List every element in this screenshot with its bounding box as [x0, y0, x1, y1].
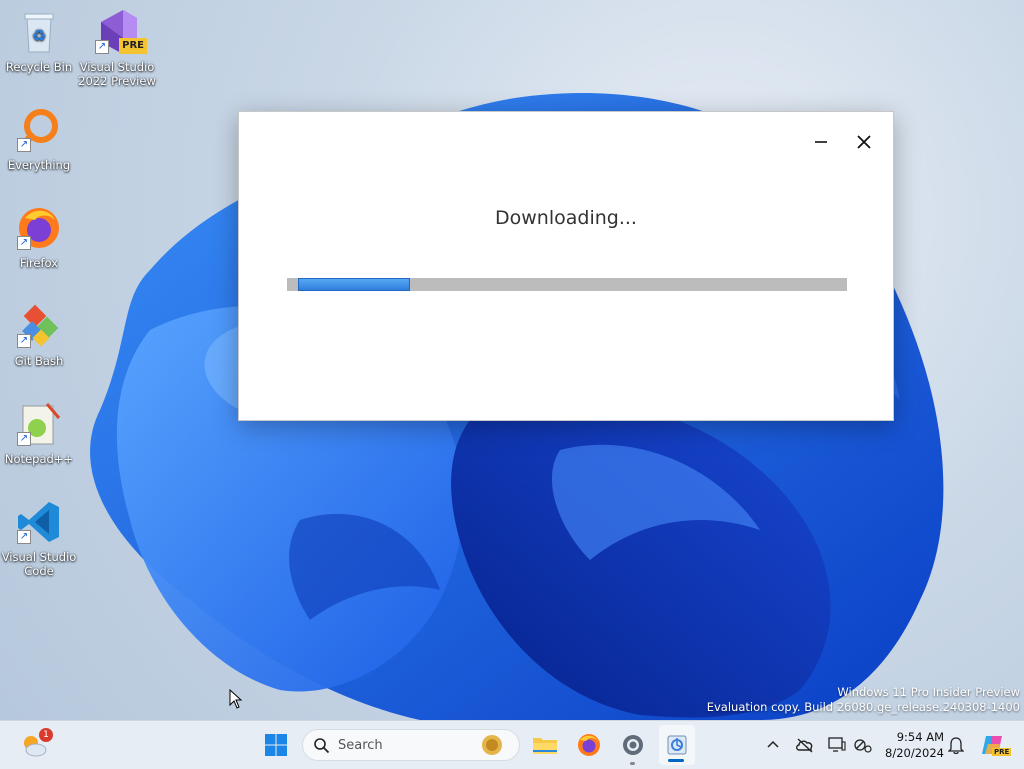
onedrive-offline-icon — [796, 738, 813, 753]
desktop-icon-firefox[interactable]: ↗ Firefox — [0, 204, 78, 270]
desktop-icon-notepad-plus-plus[interactable]: ↗ Notepad++ — [0, 400, 78, 466]
watermark-edition: Windows 11 Pro Insider Preview — [837, 685, 1020, 699]
shortcut-arrow-icon: ↗ — [17, 334, 31, 348]
start-icon — [265, 734, 287, 756]
desktop-icon-label: Firefox — [19, 256, 59, 270]
recycle-bin-icon: ♻ — [15, 8, 63, 56]
visual-studio-icon: PRE ↗ — [93, 8, 147, 56]
desktop-icon-recycle-bin[interactable]: ♻ Recycle Bin — [0, 8, 78, 74]
shortcut-arrow-icon: ↗ — [95, 40, 109, 54]
notepad-plus-plus-icon: ↗ — [15, 400, 63, 448]
desktop-icon-vscode[interactable]: ↗ Visual Studio Code — [0, 498, 78, 578]
copilot-button[interactable]: PRE — [976, 721, 1012, 769]
installer-icon — [667, 735, 687, 755]
taskbar-search-box[interactable]: Search — [302, 729, 520, 761]
shortcut-arrow-icon: ↗ — [17, 432, 31, 446]
taskbar: 1 Search 9:54 AM 8/20/2024 PRE — [0, 720, 1024, 769]
chevron-up-icon — [767, 740, 779, 748]
svg-text:♻: ♻ — [32, 26, 46, 45]
download-dialog: Downloading... — [238, 111, 894, 421]
weather-widget[interactable]: 1 — [14, 721, 54, 769]
minimize-button[interactable] — [807, 128, 835, 156]
shortcut-arrow-icon: ↗ — [17, 530, 31, 544]
desktop-icon-label: Notepad++ — [4, 452, 74, 466]
taskbar-file-explorer[interactable] — [527, 721, 563, 769]
copilot-preview-badge: PRE — [992, 748, 1012, 756]
close-button[interactable] — [850, 128, 878, 156]
taskbar-installer[interactable] — [659, 725, 695, 765]
firefox-icon: ↗ — [15, 204, 63, 252]
watermark-build: Evaluation copy. Build 26080.ge_release.… — [706, 700, 1020, 714]
desktop-icon-visual-studio[interactable]: PRE ↗ Visual Studio 2022 Preview — [78, 8, 156, 88]
desktop-icon-everything[interactable]: ↗ Everything — [0, 106, 78, 172]
desktop-icon-label: Visual Studio Code — [1, 550, 77, 578]
desktop-icon-label: Recycle Bin — [5, 60, 73, 74]
clock-time: 9:54 AM — [896, 730, 944, 744]
tray-overflow-button[interactable] — [762, 721, 784, 769]
tray-display[interactable] — [825, 721, 849, 769]
search-placeholder: Search — [338, 738, 383, 753]
desktop-icon-label: Visual Studio 2022 Preview — [78, 60, 156, 88]
taskbar-settings[interactable] — [615, 721, 651, 769]
download-progress-bar — [287, 278, 847, 291]
notification-button[interactable] — [945, 721, 967, 769]
clock-date: 8/20/2024 — [885, 746, 944, 760]
download-progress-fill — [298, 278, 410, 291]
git-bash-icon: ↗ — [15, 302, 63, 350]
weather-notification-badge: 1 — [39, 728, 53, 742]
display-icon — [828, 737, 846, 752]
search-highlight-icon — [482, 735, 502, 755]
tray-network[interactable] — [851, 721, 875, 769]
vscode-icon: ↗ — [15, 498, 63, 546]
network-icon — [854, 739, 872, 753]
taskbar-firefox[interactable] — [571, 721, 607, 769]
file-explorer-icon — [533, 738, 557, 754]
preview-badge: PRE — [119, 38, 147, 54]
everything-search-icon: ↗ — [15, 106, 63, 154]
shortcut-arrow-icon: ↗ — [17, 138, 31, 152]
desktop-icon-label: Git Bash — [14, 354, 64, 368]
shortcut-arrow-icon: ↗ — [17, 236, 31, 250]
taskbar-clock[interactable]: 9:54 AM 8/20/2024 — [880, 729, 944, 761]
close-icon — [857, 135, 871, 149]
desktop-icon-label: Everything — [7, 158, 71, 172]
running-indicator — [630, 762, 635, 765]
bell-icon — [948, 737, 964, 754]
minimize-icon — [815, 141, 827, 143]
active-window-indicator — [668, 759, 684, 762]
download-status-text: Downloading... — [495, 207, 637, 229]
settings-icon — [623, 735, 643, 755]
desktop-icon-git-bash[interactable]: ↗ Git Bash — [0, 302, 78, 368]
start-button[interactable] — [258, 721, 294, 769]
search-icon — [314, 738, 330, 754]
firefox-icon — [578, 734, 600, 756]
windows-watermark: Windows 11 Pro Insider Preview Evaluatio… — [707, 685, 1020, 715]
tray-onedrive[interactable] — [793, 721, 817, 769]
mouse-cursor-icon — [229, 689, 243, 709]
